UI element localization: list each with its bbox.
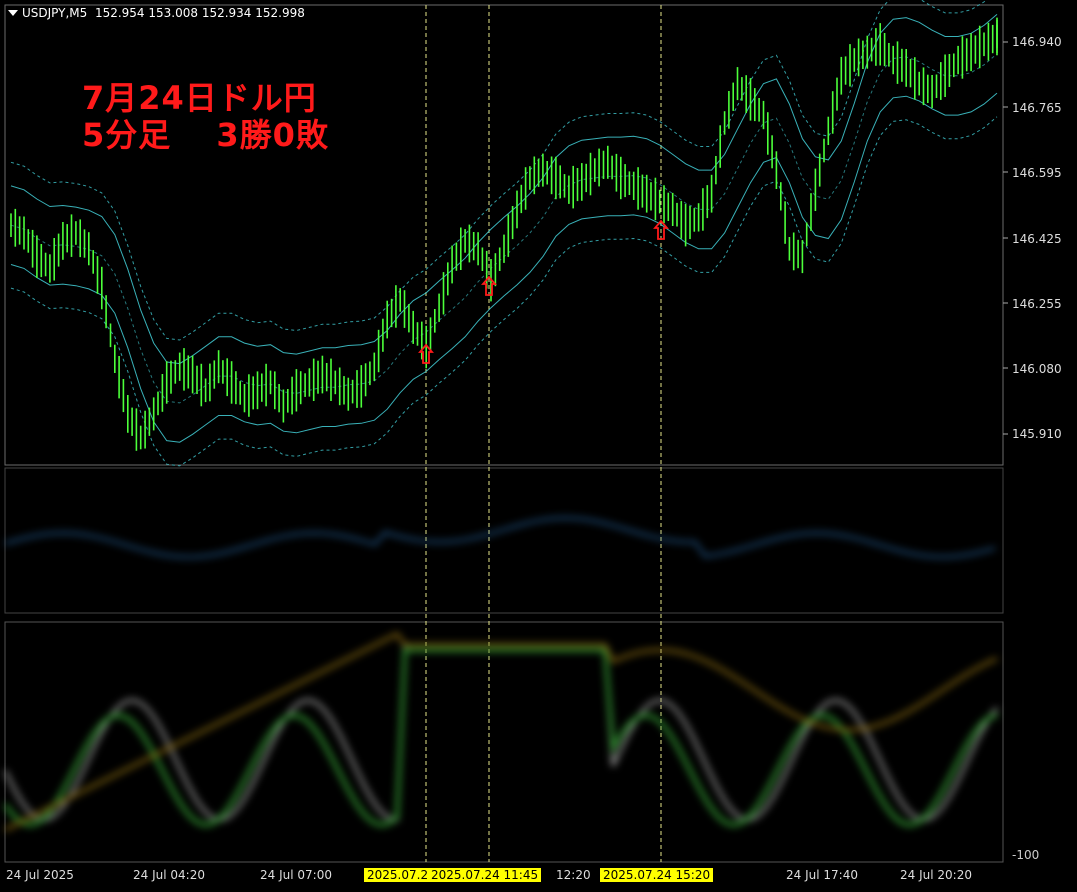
price-label: 146.425 xyxy=(1012,232,1062,246)
time-label: 24 Jul 07:00 xyxy=(260,868,332,882)
chart-menu-triangle-icon[interactable] xyxy=(8,10,18,16)
symbol-header: USDJPY,M5 152.954 153.008 152.934 152.99… xyxy=(8,6,305,20)
time-label: 24 Jul 20:20 xyxy=(900,868,972,882)
symbol-name: USDJPY,M5 xyxy=(22,6,88,20)
time-label-highlight: 2025.07.24 11:45 xyxy=(428,868,542,882)
time-label: 24 Jul 04:20 xyxy=(133,868,205,882)
blurred-indicators xyxy=(3,517,999,832)
mt4-chart-window[interactable]: USDJPY,M5 152.954 153.008 152.934 152.99… xyxy=(0,0,1077,892)
time-label: 12:20 xyxy=(556,868,591,882)
price-label: 146.595 xyxy=(1012,166,1062,180)
result-annotation: 7月24日ドル円 5分足 3勝0敗 xyxy=(82,80,329,154)
annotation-line-2: 5分足 3勝0敗 xyxy=(82,116,329,154)
bollinger-lower-2sd xyxy=(10,116,998,467)
indicator-min-label: -100 xyxy=(1012,848,1040,862)
annotation-line-1: 7月24日ドル円 xyxy=(82,79,317,117)
time-label-highlight: 2025.07.24 15:20 xyxy=(600,868,714,882)
stoch-main-line xyxy=(3,643,999,822)
indicator-1-line xyxy=(4,517,996,558)
indicator-pane-1-frame xyxy=(4,467,1004,614)
bollinger-upper-1sd xyxy=(10,14,998,365)
stoch-signal-line xyxy=(3,648,998,828)
price-label: 146.255 xyxy=(1012,297,1062,311)
trend-line xyxy=(4,632,998,832)
indicator-pane-2-frame xyxy=(4,621,1004,863)
ohlc-values: 152.954 153.008 152.934 152.998 xyxy=(94,6,305,20)
price-label: 146.940 xyxy=(1012,35,1062,49)
bollinger-upper-2sd xyxy=(10,0,987,341)
price-label: 146.765 xyxy=(1012,101,1062,115)
time-label: 24 Jul 2025 xyxy=(6,868,74,882)
time-label-highlight: 2025.07.2 xyxy=(364,868,428,882)
price-label: 146.080 xyxy=(1012,362,1062,376)
time-label: 24 Jul 17:40 xyxy=(786,868,858,882)
price-label: 145.910 xyxy=(1012,427,1062,441)
